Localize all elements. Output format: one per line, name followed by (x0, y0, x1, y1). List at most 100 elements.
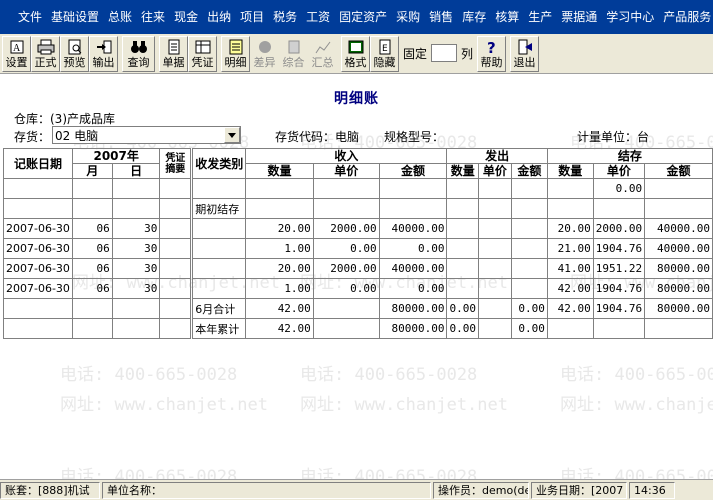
table-cell (592, 318, 646, 339)
table-cell (111, 178, 161, 199)
document-icon (165, 38, 183, 56)
menu-item[interactable]: 往来 (141, 0, 165, 34)
document-button[interactable]: 单据 (159, 36, 188, 72)
ledger-table-body: 0.00 期初结存 2007-06-30 06 30 20.00 2000.00 40000.… (3, 178, 713, 339)
exit-label: 退出 (513, 56, 536, 69)
menu-item[interactable]: 文件 (18, 0, 42, 34)
table-cell (446, 198, 479, 219)
inventory-label: 存货： (14, 130, 51, 144)
summary-label: 汇总 (311, 56, 334, 69)
table-cell (546, 178, 594, 199)
table-cell (477, 178, 512, 199)
menu-item[interactable]: 核算 (495, 0, 519, 34)
menu-item[interactable]: 工资 (306, 0, 330, 34)
table-cell (510, 278, 548, 299)
table-cell: 30 (111, 218, 161, 239)
voucher-button[interactable]: 凭证 (188, 36, 217, 72)
status-operator: 操作员：demo(de (433, 481, 529, 499)
table-cell (159, 298, 194, 319)
table-cell (510, 178, 548, 199)
table-row[interactable]: 6月合计 42.00 80000.00 0.00 0.00 42.00 1904.76 800… (3, 298, 713, 319)
exit-icon (516, 38, 534, 56)
inventory-select[interactable]: 02 电脑 (52, 126, 241, 144)
combined-button[interactable]: 综合 (279, 36, 308, 72)
chevron-down-icon[interactable] (224, 127, 240, 143)
menu-item[interactable]: 总账 (108, 0, 132, 34)
table-cell: 0.00 (446, 298, 479, 319)
menu-item[interactable]: 基础设置 (51, 0, 99, 34)
watermark-text: 电话: 400-665-0028 (60, 365, 238, 385)
exit-button[interactable]: 退出 (510, 36, 540, 72)
menu-item[interactable]: 库存 (462, 0, 486, 34)
voucher-label: 凭证 (191, 56, 214, 69)
table-row[interactable]: 2007-06-30 06 30 1.00 0.00 0.00 21.00 1904.76 40… (3, 238, 713, 259)
table-cell (592, 198, 646, 219)
menu-item[interactable]: 出纳 (207, 0, 231, 34)
export-button[interactable]: 输出 (89, 36, 118, 72)
table-cell (159, 258, 194, 279)
menu-item[interactable]: 固定资产 (339, 0, 387, 34)
help-button[interactable]: ? 帮助 (477, 36, 507, 72)
header-voucher: 凭证摘要 (159, 148, 194, 179)
document-label: 单据 (162, 56, 185, 69)
table-row[interactable]: 2007-06-30 06 30 1.00 0.00 0.00 42.00 1904.76 80… (3, 278, 713, 299)
table-cell: 1904.76 (592, 238, 646, 259)
table-cell: 21.00 (546, 238, 594, 259)
query-button[interactable]: 查询 (122, 36, 155, 72)
help-icon: ? (483, 38, 501, 56)
detail-button[interactable]: 明细 (221, 36, 250, 72)
hide-button[interactable]: E 隐藏 (370, 36, 399, 72)
settings-button[interactable]: A 设置 (2, 36, 31, 72)
table-row[interactable]: 期初结存 (3, 198, 713, 219)
menu-item[interactable]: 销售 (429, 0, 453, 34)
combined-label: 综合 (282, 56, 305, 69)
table-cell (245, 178, 314, 199)
query-label: 查询 (127, 56, 150, 69)
fixed-columns-input[interactable] (431, 44, 458, 62)
table-cell (71, 198, 113, 219)
table-cell (3, 298, 73, 319)
print-button[interactable]: 正式 (31, 36, 60, 72)
table-cell (546, 198, 594, 219)
diff-button[interactable]: 差异 (250, 36, 279, 72)
table-cell (191, 258, 247, 279)
export-label: 输出 (92, 56, 115, 69)
table-cell: 42.00 (546, 298, 594, 319)
diff-label: 差异 (253, 56, 276, 69)
table-cell: 40000.00 (378, 258, 448, 279)
table-row[interactable]: 2007-06-30 06 30 20.00 2000.00 40000.00 41.00 1… (3, 258, 713, 279)
table-cell: 30 (111, 278, 161, 299)
ledger-table: 记账日期 2007年 凭证摘要 收发类别 收入 发出 结存 月 日 数量 单价 … (3, 148, 713, 339)
menu-item[interactable]: 采购 (396, 0, 420, 34)
table-cell (546, 318, 594, 339)
menu-item[interactable]: 生产 (528, 0, 552, 34)
menu-item[interactable]: 税务 (273, 0, 297, 34)
export-icon (95, 38, 113, 56)
table-cell: 06 (71, 238, 113, 259)
table-row[interactable]: 0.00 (3, 178, 713, 199)
summary-button[interactable]: 汇总 (308, 36, 337, 72)
fixed-label: 固定 (403, 46, 428, 61)
table-cell (3, 178, 73, 199)
menu-item[interactable]: 项目 (240, 0, 264, 34)
detail-icon (227, 38, 245, 56)
format-button[interactable]: 格式 (341, 36, 370, 72)
table-cell (159, 218, 194, 239)
table-row[interactable]: 2007-06-30 06 30 20.00 2000.00 40000.00 20.00 2… (3, 218, 713, 239)
status-time: 14:36 (629, 481, 675, 499)
table-cell: 2000.00 (312, 218, 380, 239)
preview-button[interactable]: 预览 (60, 36, 89, 72)
menu-item[interactable]: 现金 (174, 0, 198, 34)
table-cell (312, 178, 380, 199)
header-in: 收入 (245, 148, 448, 164)
table-row[interactable]: 本年累计 42.00 80000.00 0.00 0.00 (3, 318, 713, 339)
table-cell (191, 218, 247, 239)
table-cell (245, 198, 314, 219)
menu-item[interactable]: 票据通 (561, 0, 597, 34)
menu-item[interactable]: 学习中心 (606, 0, 654, 34)
table-cell: 06 (71, 278, 113, 299)
table-cell: 20.00 (546, 218, 594, 239)
summary-icon (314, 38, 332, 56)
header-in-price: 单价 (312, 163, 380, 179)
menu-item[interactable]: 产品服务 (663, 0, 711, 34)
